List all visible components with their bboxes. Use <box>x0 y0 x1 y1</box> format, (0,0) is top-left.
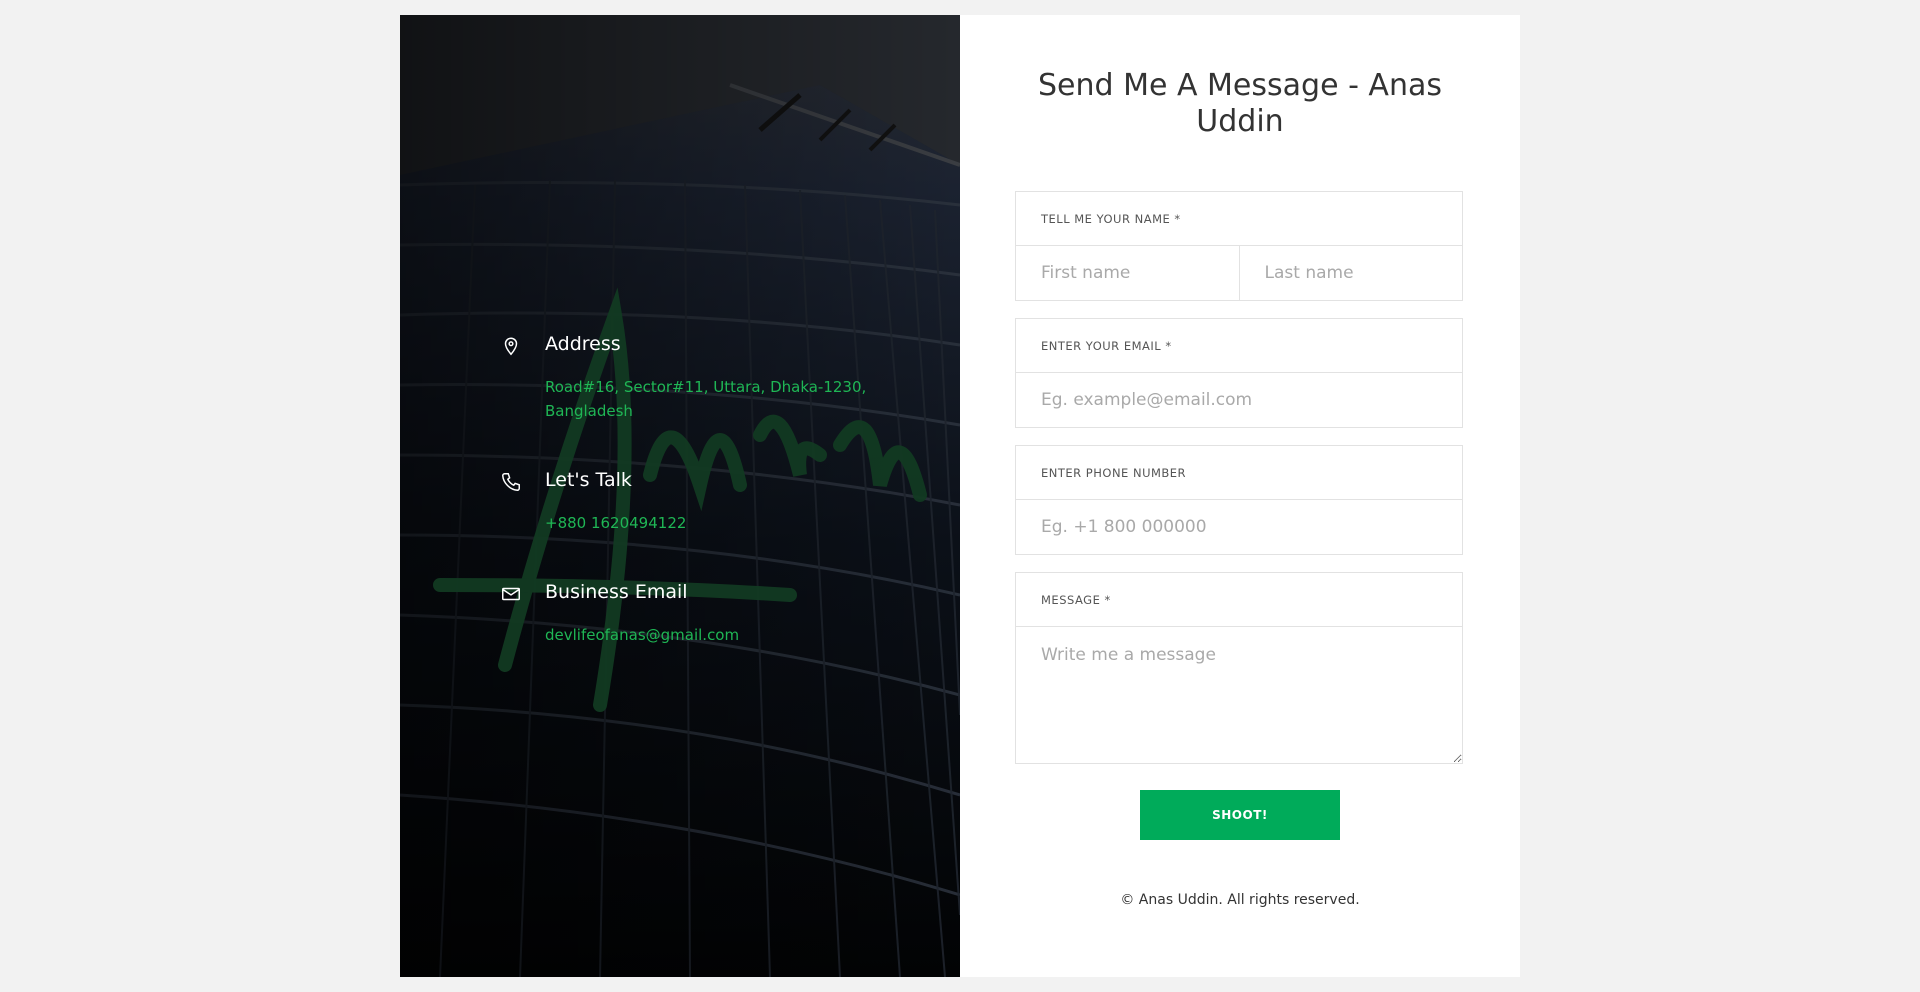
email-group: ENTER YOUR EMAIL * <box>1015 318 1463 428</box>
email-input[interactable] <box>1016 373 1462 427</box>
map-pin-icon <box>504 337 518 356</box>
email-field-row <box>1016 373 1462 427</box>
form-heading: Send Me A Message - Anas Uddin <box>1038 68 1442 139</box>
phone-group: ENTER PHONE NUMBER <box>1015 445 1463 555</box>
phone-field-row <box>1016 500 1462 554</box>
copyright-text: © Anas Uddin. All rights reserved. <box>1120 892 1360 908</box>
submit-button[interactable]: SHOOT! <box>1140 790 1340 840</box>
message-form-panel: Send Me A Message - Anas Uddin TELL ME Y… <box>960 15 1520 977</box>
email-label: ENTER YOUR EMAIL * <box>1016 319 1462 373</box>
message-textarea[interactable] <box>1016 627 1462 763</box>
talk-text[interactable]: +880 1620494122 <box>545 511 885 535</box>
first-name-input[interactable] <box>1016 246 1239 300</box>
email-text[interactable]: devlifeofanas@gmail.com <box>545 623 885 647</box>
name-fields <box>1016 246 1462 300</box>
message-label: MESSAGE * <box>1016 573 1462 627</box>
address-title: Address <box>545 333 621 355</box>
email-title: Business Email <box>545 581 688 603</box>
building-background-image <box>400 15 960 977</box>
last-name-input[interactable] <box>1238 246 1462 300</box>
name-group: TELL ME YOUR NAME * <box>1015 191 1463 301</box>
envelope-icon <box>502 587 520 601</box>
phone-icon <box>502 473 520 491</box>
address-text: Road#16, Sector#11, Uttara, Dhaka-1230, … <box>545 378 867 420</box>
phone-label: ENTER PHONE NUMBER <box>1016 446 1462 500</box>
message-group: MESSAGE * <box>1015 572 1463 764</box>
contact-card: Address Road#16, Sector#11, Uttara, Dhak… <box>400 15 1520 977</box>
talk-title: Let's Talk <box>545 469 632 491</box>
contact-info-panel: Address Road#16, Sector#11, Uttara, Dhak… <box>400 15 960 977</box>
name-label: TELL ME YOUR NAME * <box>1016 192 1462 246</box>
message-field-row <box>1016 627 1462 763</box>
phone-input[interactable] <box>1016 500 1462 554</box>
